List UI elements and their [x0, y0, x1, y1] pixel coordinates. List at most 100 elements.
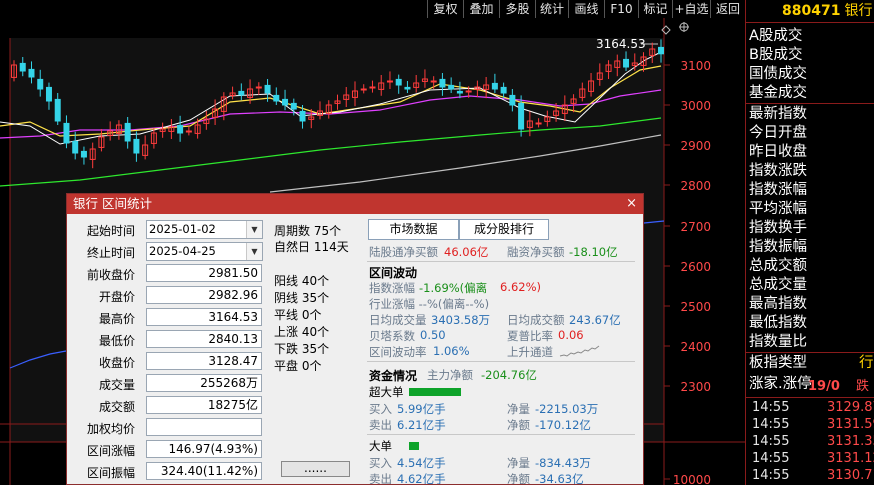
end-date-picker[interactable]: 2025-04-25 ▼: [146, 242, 263, 261]
divider: [367, 434, 635, 435]
candle-body: [264, 84, 271, 94]
tick-time: 14:55: [752, 451, 790, 466]
up-down-row: 19/0 跌: [746, 378, 874, 396]
index-change-label: 指数涨幅: [369, 281, 415, 295]
candle-body: [124, 122, 131, 142]
super-large-label: 超大单: [369, 385, 404, 399]
yin-count: 阴线 35个: [274, 291, 330, 305]
large-buy-label: 买入: [369, 456, 392, 470]
beta-value: 0.50: [420, 328, 446, 342]
candle-body: [395, 78, 402, 86]
tick-row[interactable]: 14:55 3131.59: [746, 416, 874, 434]
index-field-label: 指数涨跌: [749, 163, 807, 179]
settings-icon-cross: [679, 22, 689, 32]
candle-body: [177, 124, 184, 134]
divider: [746, 22, 874, 23]
diamond-icon: [661, 25, 671, 35]
field-value: [146, 418, 262, 436]
candle-body: [535, 122, 542, 125]
candle-body: [439, 78, 446, 88]
index-field-label: 指数振幅: [749, 239, 807, 255]
index-change-value: -1.69%(偏离: [419, 281, 488, 295]
add-watchlist-button[interactable]: +自选: [672, 0, 710, 18]
divider: [746, 397, 874, 398]
margin-buy-value: -18.10亿: [569, 245, 618, 259]
dialog-title: 银行 区间统计: [73, 196, 152, 211]
even-count: 平盘 0个: [274, 359, 322, 373]
candle-body: [80, 150, 87, 158]
range-statistics-dialog: 银行 区间统计 × 起始时间 2025-01-02 ▼ 终止时间 2025-04…: [66, 193, 644, 485]
down-count: 下跌 35个: [274, 342, 330, 356]
candle-body: [491, 82, 498, 90]
candle-body: [456, 90, 463, 94]
multi-stock-button[interactable]: 多股: [499, 0, 535, 18]
chevron-down-icon[interactable]: ▼: [246, 221, 262, 238]
tick-price: 3131.59: [827, 417, 874, 432]
y-tick-label: 3100: [680, 59, 711, 73]
overlay-button[interactable]: 叠加: [463, 0, 499, 18]
statistics-button[interactable]: 统计: [535, 0, 568, 18]
index-field-label: 平均涨幅: [749, 201, 807, 217]
tab-constituent-ranking[interactable]: 成分股排行: [459, 219, 549, 240]
start-date-picker[interactable]: 2025-01-02 ▼: [146, 220, 263, 239]
close-icon[interactable]: ×: [626, 194, 637, 214]
dialog-title-bar[interactable]: 银行 区间统计 ×: [67, 194, 643, 214]
large-net-amt-value: -34.63亿: [535, 472, 584, 485]
candle-body: [404, 86, 411, 90]
large-buy-value: 4.54亿手: [397, 456, 446, 470]
range-section-title: 区间波动: [369, 266, 418, 280]
candle-body: [386, 80, 393, 83]
index-field-label: 昨日收盘: [749, 144, 807, 160]
y-tick-label: 2300: [680, 380, 711, 394]
candle-body: [54, 98, 61, 122]
restore-rights-button[interactable]: 复权: [427, 0, 463, 18]
field-value: 3128.47: [146, 352, 262, 370]
index-name: 银行: [844, 3, 873, 19]
candle-body: [500, 86, 507, 94]
more-button[interactable]: ......: [281, 461, 350, 477]
field-label: 成交额: [98, 400, 135, 414]
index-field-label: 总成交量: [749, 277, 807, 293]
candle-body: [299, 110, 306, 122]
tick-row[interactable]: 14:55 3129.87: [746, 399, 874, 417]
y-tick-label: 2700: [680, 220, 711, 234]
candle-body: [63, 122, 70, 144]
field-value: 2840.13: [146, 330, 262, 348]
super-net-amt-value: -170.12亿: [535, 418, 591, 432]
back-button[interactable]: 返回: [710, 0, 745, 18]
tick-row[interactable]: 14:55 3131.35: [746, 433, 874, 451]
field-label: 最高价: [98, 312, 135, 326]
super-sell-value: 6.21亿手: [397, 418, 446, 432]
chevron-down-icon[interactable]: ▼: [246, 243, 262, 260]
draw-line-button[interactable]: 画线: [568, 0, 604, 18]
divider: [746, 352, 874, 353]
y-tick-label: 3000: [680, 99, 711, 113]
index-field-label: A股成交: [749, 28, 803, 44]
super-buy-label: 买入: [369, 402, 392, 416]
avg-amount-value: 243.67亿: [569, 313, 621, 327]
max-price-label: 3164.53: [596, 37, 646, 51]
candle-body: [45, 86, 52, 102]
f10-button[interactable]: F10: [604, 0, 638, 18]
index-field-label: 指数涨幅: [749, 182, 807, 198]
sharpe-value: 0.06: [558, 328, 584, 342]
index-field-label: B股成交: [749, 47, 803, 63]
field-label: 加权均价: [86, 422, 135, 436]
tick-row[interactable]: 14:55 3130.71: [746, 467, 874, 485]
field-label: 最低价: [98, 334, 135, 348]
tick-price: 3131.12: [827, 451, 874, 466]
tick-time: 14:55: [752, 434, 790, 449]
y-tick-label: 2600: [680, 260, 711, 274]
up-limit-count: 19/0: [808, 379, 840, 394]
margin-buy-label: 融资净买额: [507, 245, 565, 259]
large-net-vol-label: 净量: [507, 456, 530, 470]
field-value: 255268万: [146, 374, 262, 392]
large-net-vol-value: -834.43万: [535, 456, 591, 470]
mark-button[interactable]: 标记: [638, 0, 672, 18]
candle-body: [509, 94, 516, 106]
candle-body: [658, 46, 664, 55]
flat-count: 平线 0个: [274, 308, 322, 322]
index-field-label: 最新指数: [749, 106, 807, 122]
tab-market-data[interactable]: 市场数据: [368, 219, 459, 240]
tick-row[interactable]: 14:55 3131.12: [746, 450, 874, 468]
